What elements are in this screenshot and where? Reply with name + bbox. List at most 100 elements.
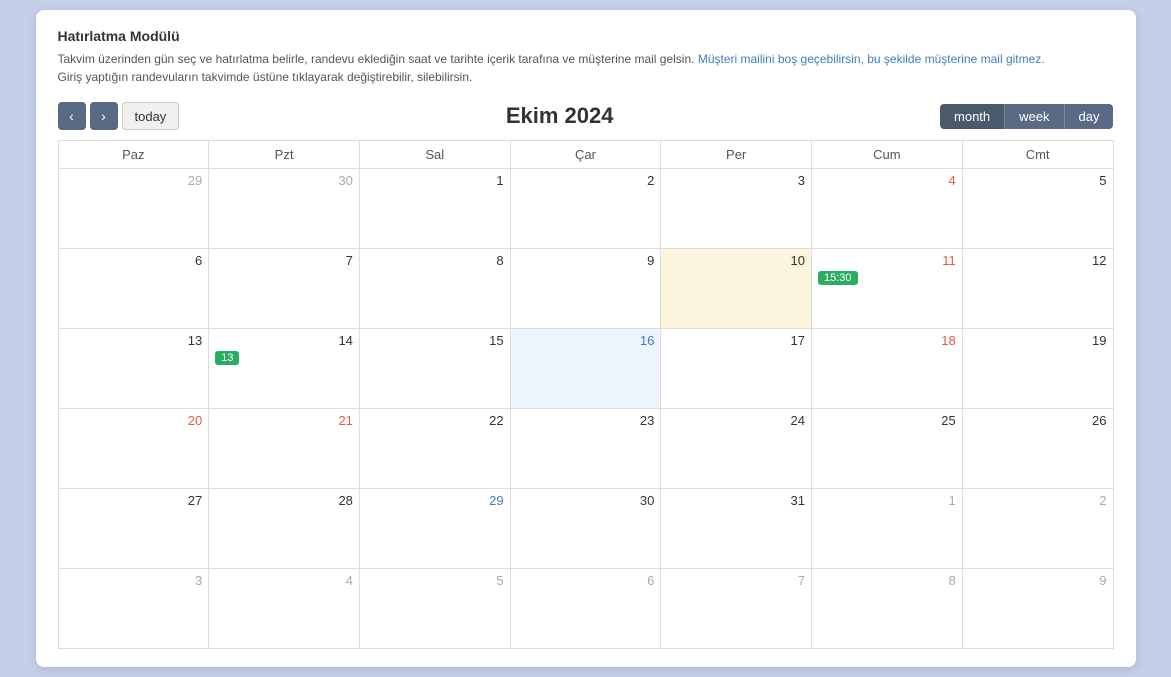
calendar-cell[interactable]: 29	[359, 489, 510, 569]
calendar-cell[interactable]: 20	[58, 409, 209, 489]
day-number: 14	[215, 333, 353, 348]
calendar-cell[interactable]: 6	[510, 569, 661, 649]
calendar-week-row: 29 30 12345	[58, 169, 1113, 249]
day-number: 25	[818, 413, 956, 428]
header-pzt: Pzt	[209, 141, 360, 169]
day-number: 4	[818, 173, 956, 188]
day-number: 7	[215, 253, 353, 268]
day-number: 2	[969, 493, 1107, 508]
day-number: 22	[366, 413, 504, 428]
calendar-cell[interactable]: 28	[209, 489, 360, 569]
day-number: 8	[818, 573, 956, 588]
calendar-week-row: 6789 10 11 15:30 12	[58, 249, 1113, 329]
calendar-cell[interactable]: 7	[661, 569, 812, 649]
day-number: 12	[969, 253, 1107, 268]
day-number: 8	[366, 253, 504, 268]
month-view-button[interactable]: month	[940, 104, 1005, 129]
calendar-cell[interactable]: 9	[510, 249, 661, 329]
calendar-header-row: Paz Pzt Sal Çar Per Cum Cmt	[58, 141, 1113, 169]
calendar-week-row: 20 21 22 23 24 25 26	[58, 409, 1113, 489]
header-per: Per	[661, 141, 812, 169]
day-number: 30	[215, 173, 353, 188]
week-view-button[interactable]: week	[1005, 104, 1064, 129]
calendar-week-row: 1314131516171819	[58, 329, 1113, 409]
day-number: 5	[969, 173, 1107, 188]
header-cmt: Cmt	[962, 141, 1113, 169]
day-number: 28	[215, 493, 353, 508]
day-number: 17	[667, 333, 805, 348]
day-number: 29	[366, 493, 504, 508]
calendar-cell[interactable]: 10	[661, 249, 812, 329]
day-number: 9	[517, 253, 655, 268]
calendar-cell[interactable]: 8	[359, 249, 510, 329]
header-car: Çar	[510, 141, 661, 169]
calendar-cell[interactable]: 3	[661, 169, 812, 249]
desc-text-1: Takvim üzerinden gün seç ve hatırlatma b…	[58, 52, 695, 66]
prev-button[interactable]: ‹	[58, 102, 86, 130]
calendar-cell[interactable]: 11 15:30	[812, 249, 963, 329]
calendar-cell[interactable]: 5	[962, 169, 1113, 249]
calendar-cell[interactable]: 29	[58, 169, 209, 249]
header-cum: Cum	[812, 141, 963, 169]
event-badge[interactable]: 15:30	[818, 271, 858, 285]
calendar-cell[interactable]: 30	[209, 169, 360, 249]
day-number: 4	[215, 573, 353, 588]
calendar-cell[interactable]: 22	[359, 409, 510, 489]
today-button[interactable]: today	[122, 102, 180, 130]
day-number: 1	[818, 493, 956, 508]
calendar-cell[interactable]: 12	[962, 249, 1113, 329]
day-number: 3	[667, 173, 805, 188]
day-number: 10	[667, 253, 805, 268]
calendar-cell[interactable]: 1413	[209, 329, 360, 409]
calendar-cell[interactable]: 2	[962, 489, 1113, 569]
event-badge-2[interactable]: 13	[215, 351, 239, 365]
calendar-grid: Paz Pzt Sal Çar Per Cum Cmt 293012345678…	[58, 140, 1114, 649]
calendar-cell[interactable]: 5	[359, 569, 510, 649]
calendar-cell[interactable]: 3	[58, 569, 209, 649]
calendar-cell[interactable]: 27	[58, 489, 209, 569]
day-number: 13	[65, 333, 203, 348]
day-number: 6	[65, 253, 203, 268]
view-buttons: month week day	[940, 104, 1113, 129]
day-number: 29	[65, 173, 203, 188]
calendar-cell[interactable]: 17	[661, 329, 812, 409]
calendar-cell[interactable]: 4	[209, 569, 360, 649]
calendar-cell[interactable]: 21	[209, 409, 360, 489]
day-number: 9	[969, 573, 1107, 588]
day-number: 23	[517, 413, 655, 428]
calendar-cell[interactable]: 23	[510, 409, 661, 489]
desc-link[interactable]: Müşteri mailini boş geçebilirsin, bu şek…	[698, 52, 1045, 66]
calendar-cell[interactable]: 8	[812, 569, 963, 649]
calendar-cell[interactable]: 30	[510, 489, 661, 569]
next-button[interactable]: ›	[90, 102, 118, 130]
day-number: 31	[667, 493, 805, 508]
calendar-cell[interactable]: 1	[359, 169, 510, 249]
calendar-cell[interactable]: 7	[209, 249, 360, 329]
calendar-cell[interactable]: 4	[812, 169, 963, 249]
calendar-cell[interactable]: 25	[812, 409, 963, 489]
day-view-button[interactable]: day	[1065, 104, 1114, 129]
day-number: 19	[969, 333, 1107, 348]
calendar-cell[interactable]: 16	[510, 329, 661, 409]
calendar-cell[interactable]: 1	[812, 489, 963, 569]
calendar-cell[interactable]: 24	[661, 409, 812, 489]
calendar-cell[interactable]: 31	[661, 489, 812, 569]
calendar-cell[interactable]: 19	[962, 329, 1113, 409]
calendar-cell[interactable]: 15	[359, 329, 510, 409]
calendar-cell[interactable]: 18	[812, 329, 963, 409]
header-sal: Sal	[359, 141, 510, 169]
calendar-week-row: 3456789	[58, 569, 1113, 649]
calendar-cell[interactable]: 13	[58, 329, 209, 409]
calendar-title: Ekim 2024	[506, 103, 614, 129]
day-number: 1	[366, 173, 504, 188]
day-number: 7	[667, 573, 805, 588]
calendar-cell[interactable]: 6	[58, 249, 209, 329]
day-number: 3	[65, 573, 203, 588]
calendar-cell[interactable]: 2	[510, 169, 661, 249]
day-number: 24	[667, 413, 805, 428]
day-number: 11	[818, 253, 956, 268]
calendar-cell[interactable]: 9	[962, 569, 1113, 649]
calendar-cell[interactable]: 26	[962, 409, 1113, 489]
day-number: 21	[215, 413, 353, 428]
calendar-nav: ‹ › today	[58, 102, 180, 130]
